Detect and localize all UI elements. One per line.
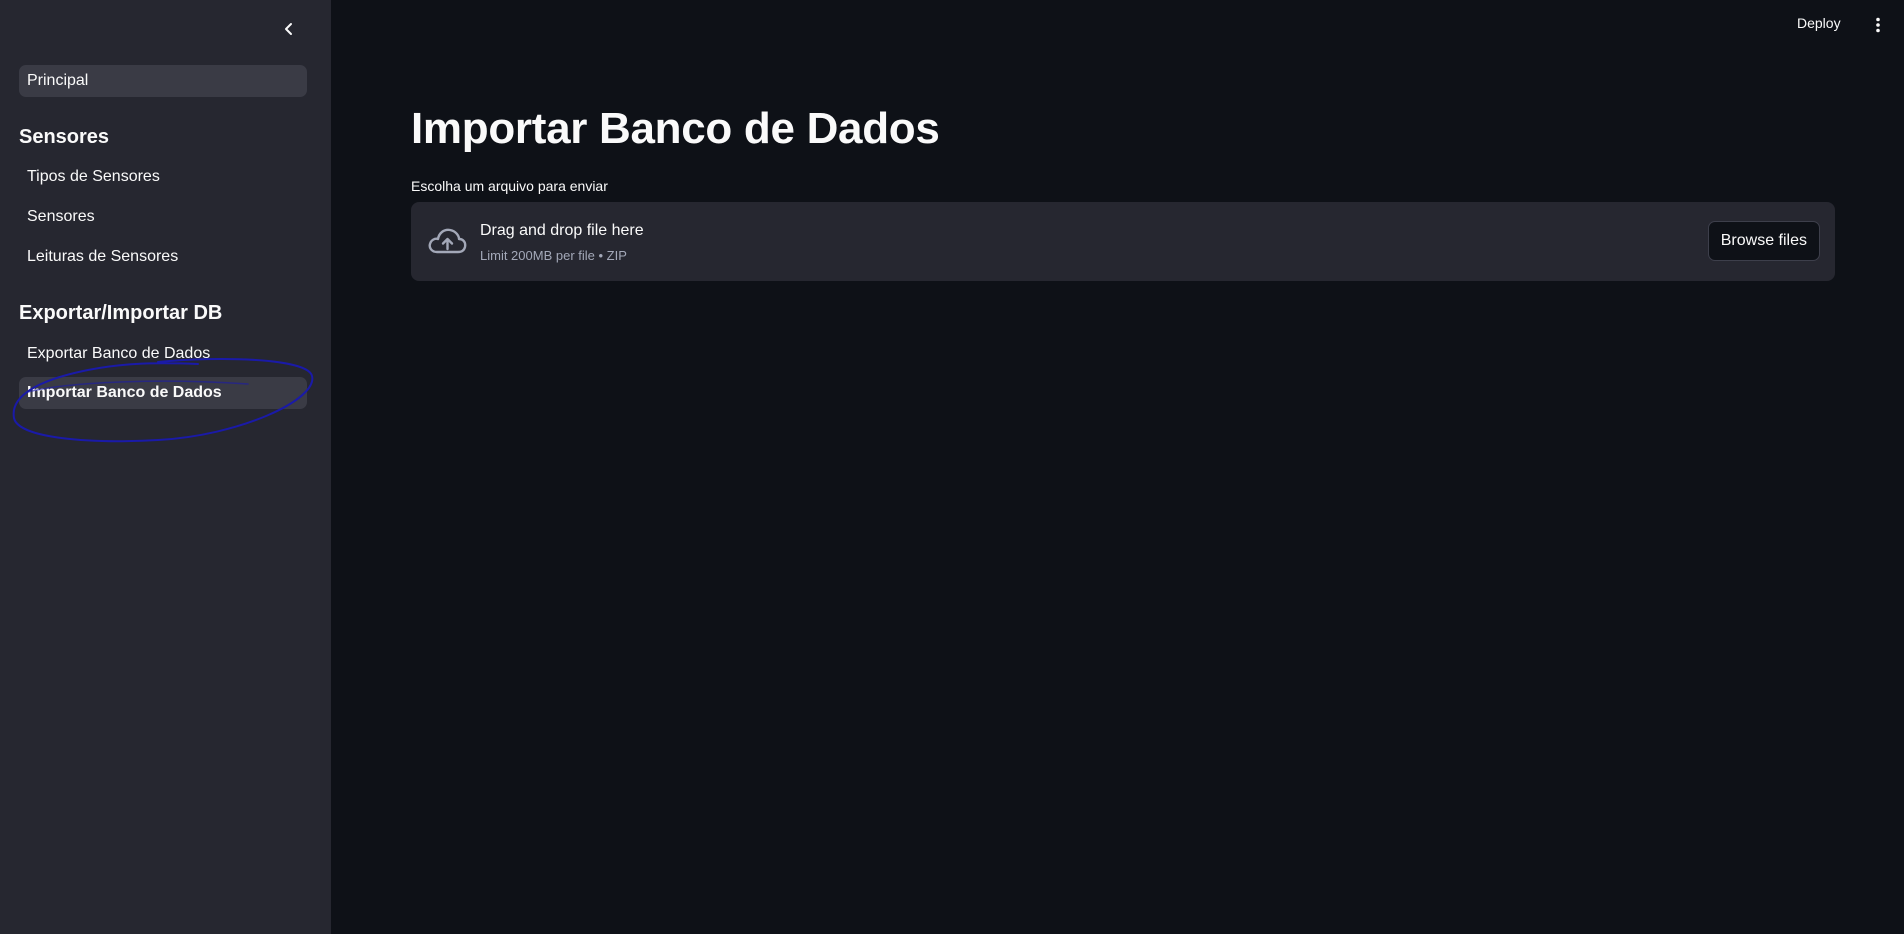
sidebar-section-sensores: Sensores: [19, 126, 110, 148]
file-dropzone[interactable]: Drag and drop file here Limit 200MB per …: [411, 202, 1835, 281]
chevron-left-icon: [285, 23, 292, 35]
dropzone-instructions: Drag and drop file here: [480, 222, 644, 239]
sidebar-item-tipos-de-sensores[interactable]: Tipos de Sensores: [19, 161, 307, 193]
sidebar-section-exportar-importar: Exportar/Importar DB: [19, 302, 223, 324]
page-title: Importar Banco de Dados: [411, 104, 940, 153]
app-window: Principal Sensores Tipos de Sensores Sen…: [0, 0, 1904, 934]
sidebar-item-label: Exportar Banco de Dados: [27, 345, 211, 362]
dropzone-limit-text: Limit 200MB per file • ZIP: [480, 248, 627, 263]
file-uploader-label: Escolha um arquivo para enviar: [411, 178, 608, 194]
sidebar-item-sensores[interactable]: Sensores: [19, 201, 307, 233]
sidebar-item-label: Importar Banco de Dados: [27, 384, 222, 401]
kebab-menu-icon: [1876, 17, 1880, 33]
main-menu-button[interactable]: [1868, 15, 1888, 35]
sidebar-item-principal[interactable]: Principal: [19, 65, 307, 97]
sidebar: Principal Sensores Tipos de Sensores Sen…: [0, 0, 331, 934]
browse-files-button[interactable]: Browse files: [1707, 221, 1820, 261]
sidebar-item-label: Principal: [27, 72, 89, 89]
collapse-sidebar-button[interactable]: [278, 18, 300, 40]
deploy-button[interactable]: Deploy: [1797, 15, 1841, 31]
sidebar-item-importar-banco[interactable]: Importar Banco de Dados: [19, 377, 307, 409]
sidebar-item-label: Sensores: [27, 208, 95, 225]
sidebar-item-label: Leituras de Sensores: [27, 248, 179, 265]
sidebar-item-label: Tipos de Sensores: [27, 168, 160, 185]
sidebar-item-leituras-de-sensores[interactable]: Leituras de Sensores: [19, 241, 307, 273]
sidebar-item-exportar-banco[interactable]: Exportar Banco de Dados: [19, 338, 307, 370]
cloud-upload-icon: [428, 228, 467, 254]
